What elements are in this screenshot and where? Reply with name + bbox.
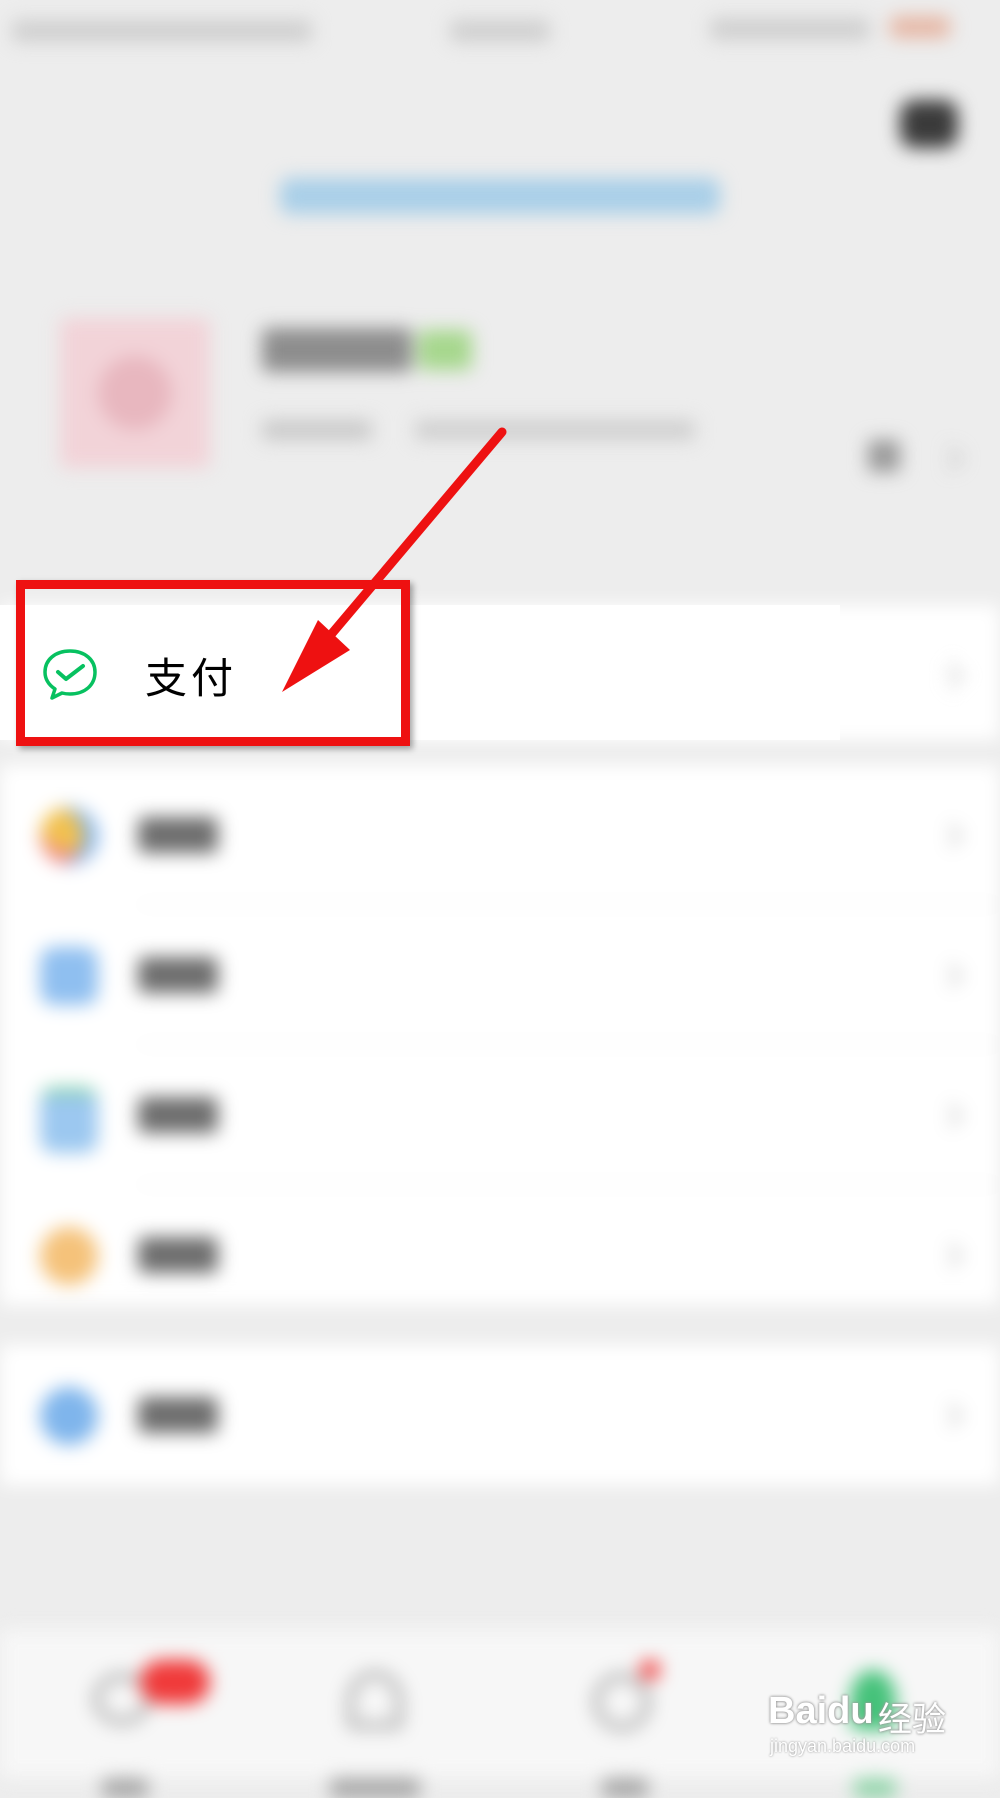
annotation-arrow [282, 427, 507, 692]
watermark-url: jingyan.baidu.com [770, 1736, 916, 1756]
baidu-jingyan-watermark: Baidu 经验 jingyan.baidu.com [768, 1690, 968, 1760]
tab-label [102, 1778, 148, 1798]
tab-label [330, 1778, 420, 1798]
tab-label [602, 1778, 648, 1798]
watermark-brand-cn: 经验 [878, 1700, 946, 1740]
tab-label [854, 1778, 896, 1798]
watermark-brand: Baidu [768, 1690, 874, 1732]
